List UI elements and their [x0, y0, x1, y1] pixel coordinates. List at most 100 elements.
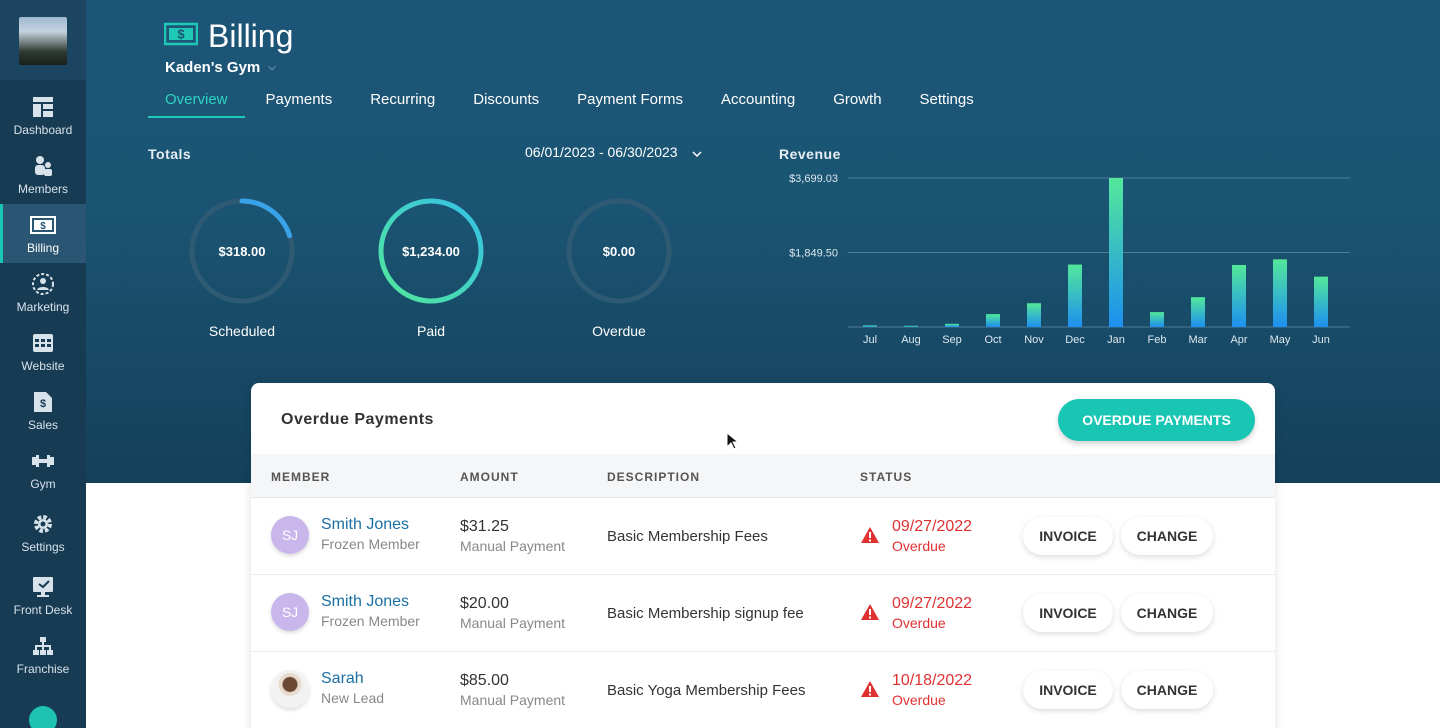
amount: $85.00 — [460, 672, 509, 689]
mouse-cursor-icon — [726, 431, 740, 455]
sidebar-item-website[interactable]: Website — [0, 322, 86, 381]
member-name-link[interactable]: Smith Jones — [321, 516, 409, 534]
column-header-amount[interactable]: AMOUNT — [460, 470, 519, 484]
status-text: Overdue — [892, 692, 946, 708]
due-date: 10/18/2022 — [892, 672, 973, 689]
amount: $20.00 — [460, 595, 509, 612]
sidebar-item-billing[interactable]: $ Billing — [0, 204, 86, 263]
sidebar-item-label: Settings — [21, 540, 65, 554]
bar-jul — [863, 325, 877, 327]
avatar[interactable] — [271, 670, 309, 708]
donut-scheduled: $318.00 — [186, 195, 298, 307]
sidebar-item-franchise[interactable]: Franchise — [0, 625, 86, 684]
billing-icon: $ — [163, 22, 199, 51]
invoice-button[interactable]: INVOICE — [1023, 594, 1113, 632]
donut-label: Overdue — [592, 323, 646, 339]
sidebar-item-label: Gym — [30, 477, 56, 491]
payment-method: Manual Payment — [460, 538, 566, 554]
column-header-status[interactable]: STATUS — [860, 470, 912, 484]
status-text: Overdue — [892, 538, 946, 554]
x-tick-label: Jul — [863, 334, 877, 346]
change-button[interactable]: CHANGE — [1121, 594, 1213, 632]
member-name-link[interactable]: Sarah — [321, 670, 364, 688]
avatar[interactable]: SJ — [271, 516, 309, 554]
gear-icon — [32, 511, 54, 537]
description: Basic Membership signup fee — [607, 605, 804, 622]
tab-recurring[interactable]: Recurring — [353, 88, 452, 118]
sidebar-item-dashboard[interactable]: Dashboard — [0, 86, 86, 145]
bar-may — [1273, 259, 1287, 327]
invoice-button[interactable]: INVOICE — [1023, 517, 1113, 555]
warning-icon — [860, 603, 880, 626]
table-row: Sarah New Lead $85.00 Manual Payment Bas… — [251, 652, 1275, 728]
donut-value: $1,234.00 — [402, 243, 460, 259]
sidebar-item-label: Sales — [27, 418, 59, 432]
warning-icon — [860, 526, 880, 549]
sidebar-item-settings[interactable]: Settings — [0, 503, 86, 562]
donut-label: Paid — [416, 323, 446, 339]
gym-logo[interactable] — [0, 0, 86, 80]
column-header-member[interactable]: MEMBER — [271, 470, 330, 484]
tab-overview[interactable]: Overview — [148, 88, 245, 118]
member-type: Frozen Member — [321, 536, 420, 552]
overdue-payments-button[interactable]: OVERDUE PAYMENTS — [1058, 399, 1255, 441]
payment-method: Manual Payment — [460, 692, 566, 708]
tab-discounts[interactable]: Discounts — [456, 88, 556, 118]
gym-selector[interactable]: Kaden's Gym ⌵ — [165, 59, 276, 76]
x-tick-label: Feb — [1148, 334, 1167, 346]
tab-payments[interactable]: Payments — [249, 88, 350, 118]
sidebar-item-gym[interactable]: Gym — [0, 440, 86, 499]
sidebar-item-label: Billing — [26, 241, 59, 255]
sidebar-item-front-desk[interactable]: Front Desk — [0, 566, 86, 625]
change-button[interactable]: CHANGE — [1121, 671, 1213, 709]
revenue-label: Revenue — [779, 146, 841, 162]
card-title: Overdue Payments — [281, 411, 434, 428]
bar-jun — [1314, 276, 1328, 327]
x-tick-label: May — [1270, 334, 1291, 346]
bar-aug — [904, 325, 918, 327]
x-tick-label: Jun — [1312, 334, 1330, 346]
bar-nov — [1027, 303, 1041, 327]
tab-growth[interactable]: Growth — [816, 88, 898, 118]
invoice-button[interactable]: INVOICE — [1023, 671, 1113, 709]
avatar[interactable]: SJ — [271, 593, 309, 631]
x-tick-label: Jan — [1107, 334, 1125, 346]
sidebar-item-members[interactable]: Members — [0, 145, 86, 204]
sidebar-item-marketing[interactable]: Marketing — [0, 263, 86, 322]
tab-bar: Overview Payments Recurring Discounts Pa… — [148, 88, 995, 118]
date-range-text: 06/01/2023 - 06/30/2023 — [525, 144, 678, 160]
bar-dec — [1068, 264, 1082, 327]
status-text: Overdue — [892, 615, 946, 631]
chevron-down-icon: ⌵ — [268, 62, 276, 73]
member-name-link[interactable]: Smith Jones — [321, 593, 409, 611]
x-tick-label: Nov — [1024, 334, 1044, 346]
dashboard-icon — [32, 94, 54, 120]
revenue-chart: $3,699.03 $1,849.50 Jul Aug Sep Oct Nov Dec Jan F… — [789, 173, 1350, 346]
svg-text:$: $ — [177, 27, 185, 42]
y-tick-label: $1,849.50 — [789, 248, 838, 260]
member-type: Frozen Member — [321, 613, 420, 629]
donut-label: Scheduled — [208, 323, 276, 339]
table-row: SJ Smith Jones Frozen Member $20.00 Manu… — [251, 575, 1275, 652]
bar-apr — [1232, 264, 1246, 327]
user-avatar[interactable] — [29, 706, 57, 728]
page-title: Billing — [208, 18, 294, 54]
website-icon — [32, 330, 54, 356]
bar-jan — [1109, 178, 1123, 327]
franchise-icon — [32, 633, 54, 659]
member-type: New Lead — [321, 690, 385, 706]
x-tick-label: Mar — [1189, 334, 1208, 346]
donut-value: $0.00 — [602, 243, 636, 259]
date-range-selector[interactable]: 06/01/2023 - 06/30/2023 — [525, 144, 702, 160]
tab-accounting[interactable]: Accounting — [704, 88, 812, 118]
tab-payment-forms[interactable]: Payment Forms — [560, 88, 700, 118]
column-header-description[interactable]: DESCRIPTION — [607, 470, 700, 484]
tab-settings[interactable]: Settings — [903, 88, 991, 118]
sidebar-item-sales[interactable]: $ Sales — [0, 381, 86, 440]
sidebar-item-label: Franchise — [16, 662, 70, 676]
sidebar-item-label: Front Desk — [13, 603, 73, 617]
x-tick-label: Aug — [901, 334, 921, 346]
sidebar-item-label: Website — [21, 359, 65, 373]
due-date: 09/27/2022 — [892, 518, 973, 535]
change-button[interactable]: CHANGE — [1121, 517, 1213, 555]
